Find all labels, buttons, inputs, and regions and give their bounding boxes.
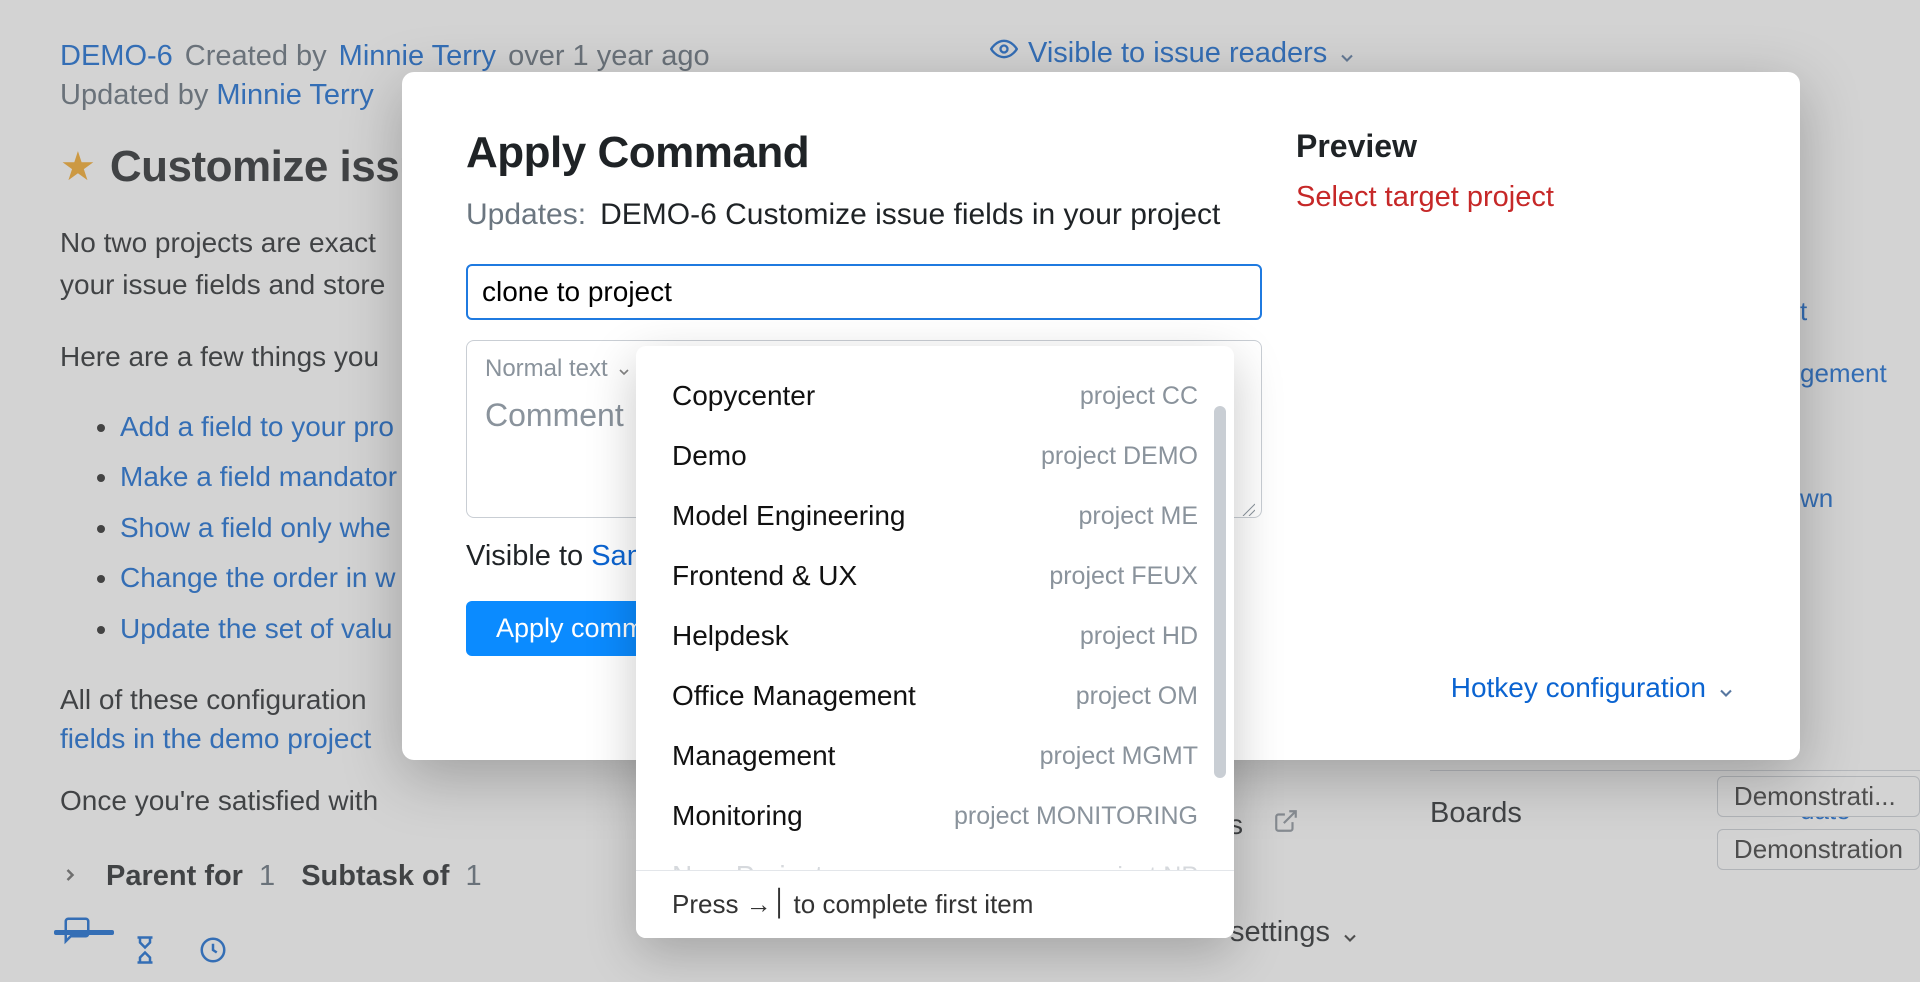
project-meta: project MONITORING [954, 802, 1198, 831]
visible-to-label: Visible to [466, 540, 583, 572]
project-name: Model Engineering [672, 500, 906, 532]
command-input[interactable] [466, 264, 1262, 320]
updates-target: DEMO-6 Customize issue fields in your pr… [600, 198, 1220, 232]
chevron-down-icon [1716, 678, 1736, 698]
project-name: Office Management [672, 680, 916, 712]
dropdown-item[interactable]: Copycenter project CC [636, 366, 1234, 426]
text-style-label: Normal text [485, 355, 608, 383]
project-meta: project FEUX [1049, 562, 1198, 591]
dropdown-item[interactable]: Model Engineering project ME [636, 486, 1234, 546]
project-name: Monitoring [672, 800, 803, 832]
dropdown-scrollbar[interactable] [1214, 406, 1226, 778]
dropdown-footer-hint: Press →׀ to complete first item [636, 870, 1234, 938]
resize-handle[interactable] [1239, 495, 1255, 511]
project-meta: project OM [1076, 682, 1198, 711]
dropdown-item[interactable]: Office Management project OM [636, 666, 1234, 726]
project-name: Management [672, 740, 835, 772]
project-name: Frontend & UX [672, 560, 857, 592]
project-meta: project MGMT [1040, 742, 1198, 771]
dropdown-item[interactable]: Monitoring project MONITORING [636, 786, 1234, 846]
project-meta: project ME [1079, 502, 1198, 531]
dropdown-item[interactable]: Demo project DEMO [636, 426, 1234, 486]
dropdown-list: Copycenter project CC Demo project DEMO … [636, 356, 1234, 876]
hotkey-label: Hotkey configuration [1451, 672, 1706, 704]
project-meta: project DEMO [1041, 442, 1198, 471]
project-meta: project HD [1080, 622, 1198, 651]
project-name: Helpdesk [672, 620, 789, 652]
preview-heading: Preview [1296, 128, 1736, 165]
dropdown-item[interactable]: Frontend & UX project FEUX [636, 546, 1234, 606]
updates-label: Updates: [466, 198, 586, 232]
dialog-title: Apply Command [466, 128, 1240, 178]
project-suggestions-dropdown: Copycenter project CC Demo project DEMO … [636, 346, 1234, 938]
hotkey-config-link[interactable]: Hotkey configuration [1451, 672, 1736, 704]
project-name: Demo [672, 440, 747, 472]
dropdown-item[interactable]: Management project MGMT [636, 726, 1234, 786]
preview-error-message: Select target project [1296, 181, 1736, 214]
chevron-down-icon [616, 359, 636, 379]
dropdown-item[interactable]: Helpdesk project HD [636, 606, 1234, 666]
project-name: Copycenter [672, 380, 815, 412]
project-meta: project CC [1080, 382, 1198, 411]
